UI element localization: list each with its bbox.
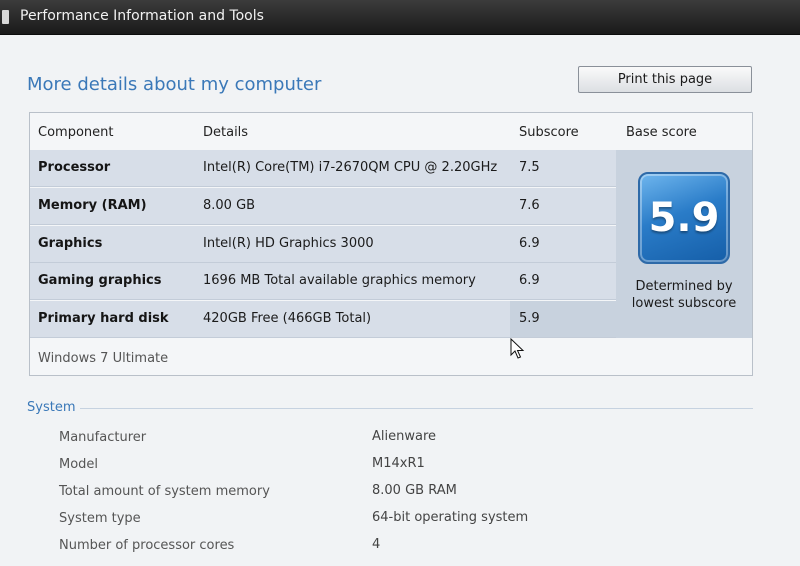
score-table: Component Details Subscore Base score Pr… [29, 112, 753, 376]
row-component: Memory (RAM) [38, 198, 147, 213]
table-row-processor: Processor Intel(R) Core(TM) i7-2670QM CP… [30, 150, 616, 187]
base-score-caption: Determined by lowest subscore [631, 279, 737, 311]
row-subscore: 6.9 [519, 273, 540, 288]
system-label-system-type: System type [59, 511, 141, 526]
header-details: Details [203, 125, 249, 140]
section-divider [80, 408, 753, 409]
print-page-button[interactable]: Print this page [578, 66, 752, 93]
mouse-pointer-icon [510, 338, 525, 359]
windows-experience-index-badge: 5.9 [638, 172, 730, 264]
system-label-processor-cores: Number of processor cores [59, 538, 235, 553]
base-score-value: 5.9 [648, 195, 720, 241]
system-label-model: Model [59, 457, 99, 472]
row-subscore: 5.9 [519, 311, 540, 326]
row-subscore: 7.6 [519, 198, 540, 213]
window-title: Performance Information and Tools [20, 8, 264, 24]
windows-edition: Windows 7 Ultimate [38, 351, 169, 366]
row-component: Primary hard disk [38, 311, 169, 326]
row-details: 1696 MB Total available graphics memory [203, 273, 476, 288]
system-label-memory: Total amount of system memory [59, 484, 270, 499]
system-value-system-type: 64-bit operating system [372, 510, 529, 525]
header-base-score: Base score [626, 125, 697, 140]
row-details: Intel(R) Core(TM) i7-2670QM CPU @ 2.20GH… [203, 160, 498, 175]
system-value-memory: 8.00 GB RAM [372, 483, 457, 498]
row-subscore: 6.9 [519, 236, 540, 251]
row-details: 420GB Free (466GB Total) [203, 311, 372, 326]
system-value-manufacturer: Alienware [372, 429, 437, 444]
table-row-gaming-graphics: Gaming graphics 1696 MB Total available … [30, 263, 616, 300]
table-row-memory: Memory (RAM) 8.00 GB 7.6 [30, 188, 616, 225]
row-component: Gaming graphics [38, 273, 162, 288]
page-heading: More details about my computer [27, 74, 322, 95]
base-score-panel: 5.9 Determined by lowest subscore [616, 150, 752, 338]
system-section-title: System [27, 400, 76, 415]
table-row-graphics: Graphics Intel(R) HD Graphics 3000 6.9 [30, 226, 616, 263]
window-app-icon [2, 10, 9, 24]
system-value-processor-cores: 4 [372, 537, 381, 552]
header-component: Component [38, 125, 114, 140]
row-component: Processor [38, 160, 111, 175]
row-details: 8.00 GB [203, 198, 256, 213]
system-value-model: M14xR1 [372, 456, 425, 471]
title-bar: Performance Information and Tools [0, 0, 800, 35]
row-component: Graphics [38, 236, 103, 251]
header-subscore: Subscore [519, 125, 579, 140]
row-subscore: 7.5 [519, 160, 540, 175]
table-row-primary-hard-disk: Primary hard disk 420GB Free (466GB Tota… [30, 301, 616, 338]
system-label-manufacturer: Manufacturer [59, 430, 147, 445]
row-details: Intel(R) HD Graphics 3000 [203, 236, 374, 251]
